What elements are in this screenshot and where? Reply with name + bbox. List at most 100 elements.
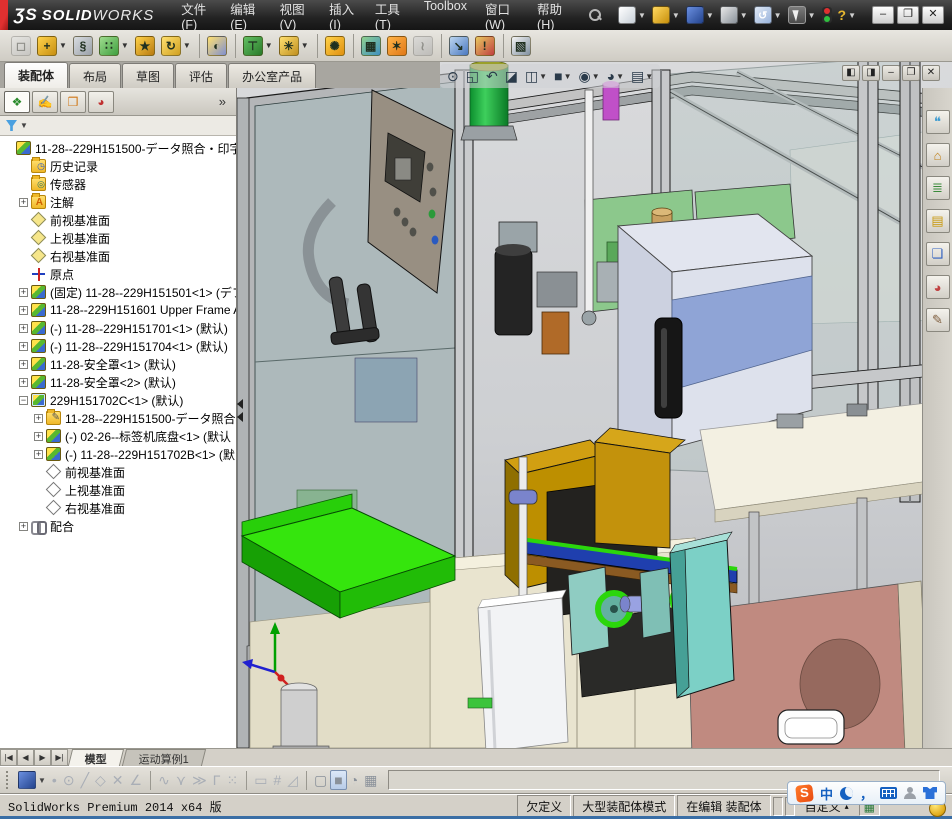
reference-geometry-button[interactable]: ✳ ▼ <box>276 34 312 58</box>
linear-component-pattern-button[interactable]: ∷ ▼ <box>96 34 132 58</box>
update-references-button[interactable]: ! <box>472 34 498 58</box>
tree-item[interactable]: + (-) 02-26--标签机底盘<1> (默认 <box>0 427 236 445</box>
commandmanager-tab[interactable]: 草图 <box>122 63 175 88</box>
point-button[interactable]: • <box>49 771 60 789</box>
tree-item[interactable]: 传感器 <box>0 175 236 193</box>
save-button[interactable]: ▼ <box>15 770 49 790</box>
move-component-button[interactable]: ↻ ▼ <box>158 34 194 58</box>
child-restore[interactable]: ❐ <box>902 65 920 81</box>
view-orientation-button[interactable]: ◫ ▼ <box>522 66 550 86</box>
tree-item[interactable]: + 11-28-安全罩<2> (默认) <box>0 373 236 391</box>
section-view-button[interactable]: ◪ <box>502 66 521 86</box>
propertymanager-tab[interactable]: ✍ <box>32 90 58 113</box>
close-button[interactable]: ✕ <box>922 6 944 24</box>
smart-fasteners-button[interactable]: ★ <box>132 34 158 58</box>
tree-item[interactable]: 上视基准面 <box>0 229 236 247</box>
new-motion-study-button[interactable]: ✺ <box>316 33 348 58</box>
tree-item[interactable]: + 配合 <box>0 517 236 535</box>
dropdown-arrow-icon[interactable]: ▼ <box>740 11 748 20</box>
interference-status-button[interactable] <box>820 5 834 25</box>
tree-item[interactable]: + (-) 11-28--229H151704<1> (默认) <box>0 337 236 355</box>
filter-dropdown-icon[interactable]: ▼ <box>20 121 28 130</box>
view-palette-button[interactable]: ❏ <box>925 242 950 266</box>
tab-scroll-next-button[interactable]: ▶ <box>34 749 51 766</box>
featuremanager-tree-tab[interactable]: ❖ <box>4 90 30 113</box>
circle-button[interactable]: ⊙ <box>60 771 78 790</box>
spline-button[interactable]: ∿ <box>150 770 173 790</box>
expand-toggle-icon[interactable]: + <box>34 449 43 459</box>
custom-properties-button[interactable]: ✎ <box>925 308 950 332</box>
dropdown-arrow-icon[interactable]: ▼ <box>774 11 782 20</box>
dropdown-arrow-icon[interactable]: ▼ <box>592 72 600 81</box>
expand-toggle-icon[interactable]: + <box>19 305 28 315</box>
tree-item[interactable]: 历史记录 <box>0 157 236 175</box>
line-button[interactable]: ╱ <box>78 771 92 790</box>
child-minimize[interactable]: – <box>882 65 900 81</box>
ime-punctuation-icon[interactable]: ， <box>860 784 873 803</box>
insert-components-button[interactable]: + ▼ <box>34 34 70 58</box>
search-icon[interactable] <box>588 8 601 22</box>
dropdown-arrow-icon[interactable]: ▼ <box>265 41 273 50</box>
help-button[interactable]: ? ▼ <box>836 5 858 25</box>
design-table-button[interactable]: ▦ <box>361 771 380 790</box>
mirror-entities-button[interactable]: ⋎ <box>173 771 189 790</box>
dropdown-arrow-icon[interactable]: ▼ <box>638 11 646 20</box>
make-block-button[interactable]: ◿ <box>284 771 301 790</box>
commandmanager-tab[interactable]: 装配体 <box>4 62 69 88</box>
sketch-fillet-button[interactable]: ∠ <box>127 771 146 790</box>
previous-view-button[interactable]: ↶ <box>483 66 501 86</box>
select-tool-button[interactable]: ▼ <box>786 4 818 26</box>
panel-splitter-handle[interactable] <box>237 396 245 430</box>
tree-item[interactable]: − 229H151702C<1> (默认) <box>0 391 236 409</box>
expand-toggle-icon[interactable]: − <box>19 395 28 405</box>
commandmanager-tab[interactable]: 布局 <box>69 63 122 88</box>
document-tab[interactable]: 运动算例1 <box>121 749 207 766</box>
apply-scene-button[interactable]: ▤ ▼ <box>628 66 656 86</box>
dropdown-arrow-icon[interactable]: ▼ <box>808 11 816 20</box>
photo-view-button[interactable]: ▧ <box>502 33 534 58</box>
zoom-to-area-button[interactable]: ◱ <box>463 66 482 86</box>
child-close[interactable]: ✕ <box>922 65 940 81</box>
tree-item[interactable]: + (-) 11-28--229H151702B<1> (默 <box>0 445 236 463</box>
solidworks-forum-button[interactable]: ❝ <box>925 110 950 134</box>
tree-item[interactable]: + 注解 <box>0 193 236 211</box>
ime-fullwidth-icon[interactable] <box>839 786 853 800</box>
dropdown-arrow-icon[interactable]: ▼ <box>672 11 680 20</box>
tab-scroll-first-button[interactable]: |◀ <box>0 749 17 766</box>
expand-toggle-icon[interactable]: + <box>19 521 28 531</box>
dropdown-arrow-icon[interactable]: ▼ <box>706 11 714 20</box>
pane-split-left[interactable]: ◧ <box>842 65 860 81</box>
polygon-button[interactable]: ◇ <box>92 771 109 790</box>
tree-item[interactable]: 11-28--229H151500-データ照合・印字装 <box>0 139 236 157</box>
dropdown-arrow-icon[interactable]: ▼ <box>301 41 309 50</box>
edit-component-button[interactable]: ◻ <box>8 34 34 58</box>
tree-item[interactable]: + (-) 11-28--229H151701<1> (默认) <box>0 319 236 337</box>
panel-overflow-chevron[interactable]: » <box>213 94 232 109</box>
sketch-pattern-button[interactable]: ⁙ <box>223 771 241 790</box>
restore-button[interactable]: ❐ <box>897 6 919 24</box>
commandmanager-tab[interactable]: 评估 <box>175 63 228 88</box>
expand-toggle-icon[interactable]: + <box>19 323 28 333</box>
appearances-scenes-button[interactable]: ◕ <box>925 275 950 299</box>
tab-scroll-prev-button[interactable]: ◀ <box>17 749 34 766</box>
graphics-viewport[interactable]: ⊙ ◱ ↶ ◪ ◫ ▼ ■ ▼ ◉ ▼ ◕ ▼ ▤ ▼ ◧ ◨ – ❐ ✕ <box>237 62 952 748</box>
zoom-to-fit-button[interactable]: ⊙ <box>444 66 462 86</box>
expand-toggle-icon[interactable]: + <box>19 287 28 297</box>
configurationmanager-tab[interactable]: ❒ <box>60 90 86 113</box>
ime-skin-icon[interactable] <box>923 787 937 799</box>
expand-toggle-icon[interactable]: + <box>19 377 28 387</box>
assembly-features-button[interactable]: ⊤ ▼ <box>234 33 276 58</box>
grid-button[interactable]: # <box>270 771 284 789</box>
tree-item[interactable]: 前视基准面 <box>0 463 236 481</box>
dropdown-arrow-icon[interactable]: ▼ <box>121 41 129 50</box>
dropdown-arrow-icon[interactable]: ▼ <box>183 41 191 50</box>
dropdown-arrow-icon[interactable]: ▼ <box>645 72 653 81</box>
tree-item[interactable]: + 11-28-安全罩<1> (默认) <box>0 355 236 373</box>
undo-button[interactable]: ↺ ▼ <box>752 4 784 26</box>
solidworks-resources-button[interactable]: ⌂ <box>925 143 950 167</box>
dropdown-arrow-icon[interactable]: ▼ <box>616 72 624 81</box>
instant3d-button[interactable]: ↘ <box>440 33 472 58</box>
minimize-button[interactable]: – <box>872 6 894 24</box>
dropdown-arrow-icon[interactable]: ▼ <box>564 72 572 81</box>
design-library-button[interactable]: ≣ <box>925 176 950 200</box>
